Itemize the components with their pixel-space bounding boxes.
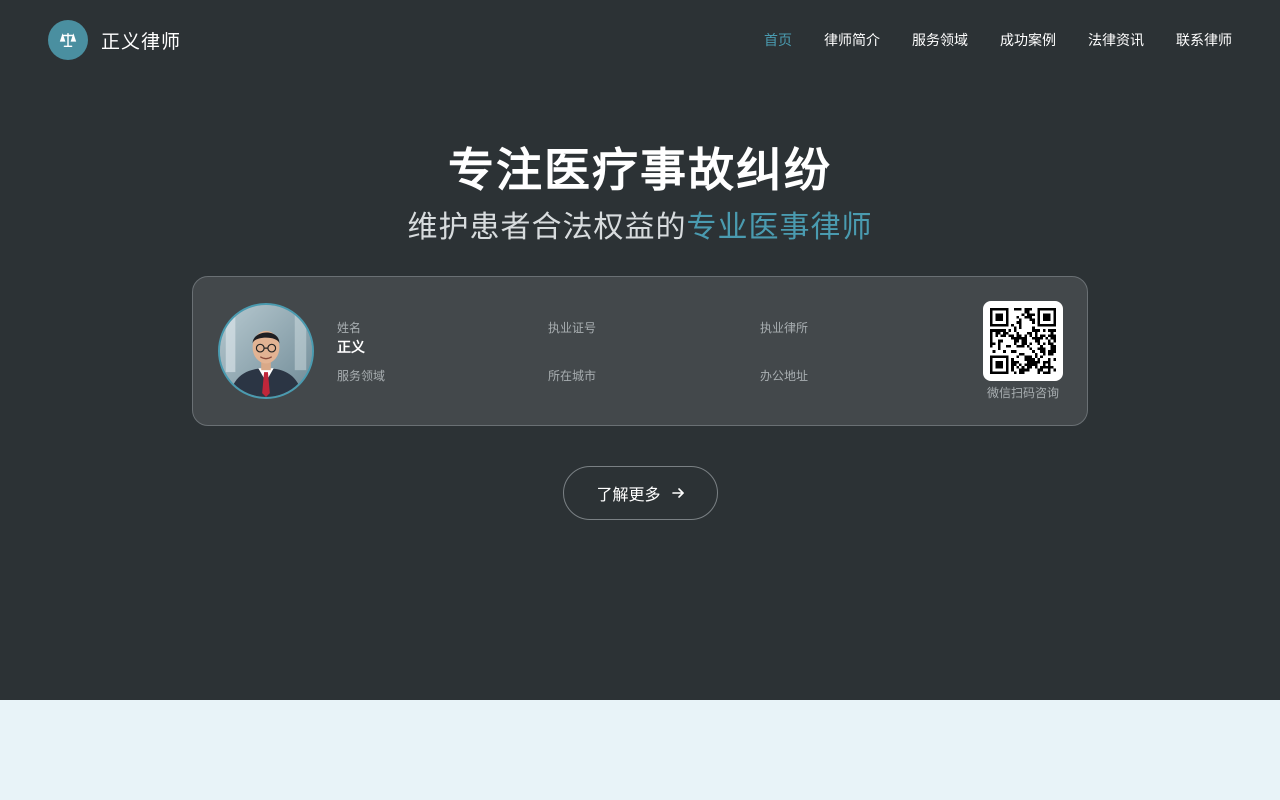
field-label: 姓名 bbox=[337, 321, 362, 335]
field-label: 所在城市 bbox=[548, 369, 597, 383]
avatar bbox=[218, 303, 314, 399]
field-service-area: 服务领域 bbox=[337, 368, 537, 386]
field-value: 正义 bbox=[337, 340, 365, 356]
arrow-right-icon bbox=[671, 486, 685, 500]
nav-item-cases[interactable]: 成功案例 bbox=[1000, 31, 1056, 51]
nav-item-news[interactable]: 法律资讯 bbox=[1088, 31, 1144, 51]
learn-more-button[interactable]: 了解更多 bbox=[563, 466, 718, 520]
nav-item-contact[interactable]: 联系律师 bbox=[1176, 31, 1232, 51]
hero-subtitle: 维护患者合法权益的专业医事律师 bbox=[0, 207, 1280, 249]
field-name: 姓名 正义 bbox=[337, 320, 537, 358]
field-license-number: 执业证号 bbox=[548, 320, 748, 338]
brand-logo[interactable]: 正义律师 bbox=[48, 20, 181, 60]
lawyer-profile-card: 姓名 正义 执业证号 执业律所 服务领域 所在城市 办公地址 微信扫码咨询 bbox=[192, 276, 1088, 426]
nav-item-services[interactable]: 服务领域 bbox=[912, 31, 968, 51]
field-office-address: 办公地址 bbox=[760, 368, 960, 386]
brand-name: 正义律师 bbox=[101, 30, 182, 53]
wechat-qr-code bbox=[983, 301, 1063, 381]
next-section-preview bbox=[0, 700, 1280, 800]
main-nav: 首页 律师简介 服务领域 成功案例 法律资讯 联系律师 bbox=[764, 31, 1232, 51]
field-label: 办公地址 bbox=[760, 369, 809, 383]
hero-section: 正义律师 首页 律师简介 服务领域 成功案例 法律资讯 联系律师 专注医疗事故纠… bbox=[0, 0, 1280, 700]
subtitle-text: 维护患者合法权益的 bbox=[407, 210, 687, 245]
field-label: 执业证号 bbox=[548, 321, 597, 335]
scales-icon bbox=[48, 20, 88, 60]
learn-more-label: 了解更多 bbox=[596, 487, 661, 504]
field-label: 服务领域 bbox=[337, 369, 386, 383]
hero-title: 专注医疗事故纠纷 bbox=[448, 143, 832, 197]
nav-item-home[interactable]: 首页 bbox=[764, 31, 792, 51]
nav-item-lawyer-profile[interactable]: 律师简介 bbox=[824, 31, 880, 51]
field-label: 执业律所 bbox=[760, 321, 809, 335]
subtitle-highlight: 专业医事律师 bbox=[686, 210, 873, 245]
field-city: 所在城市 bbox=[548, 368, 748, 386]
field-law-firm: 执业律所 bbox=[760, 320, 960, 338]
qr-caption: 微信扫码咨询 bbox=[986, 386, 1059, 400]
